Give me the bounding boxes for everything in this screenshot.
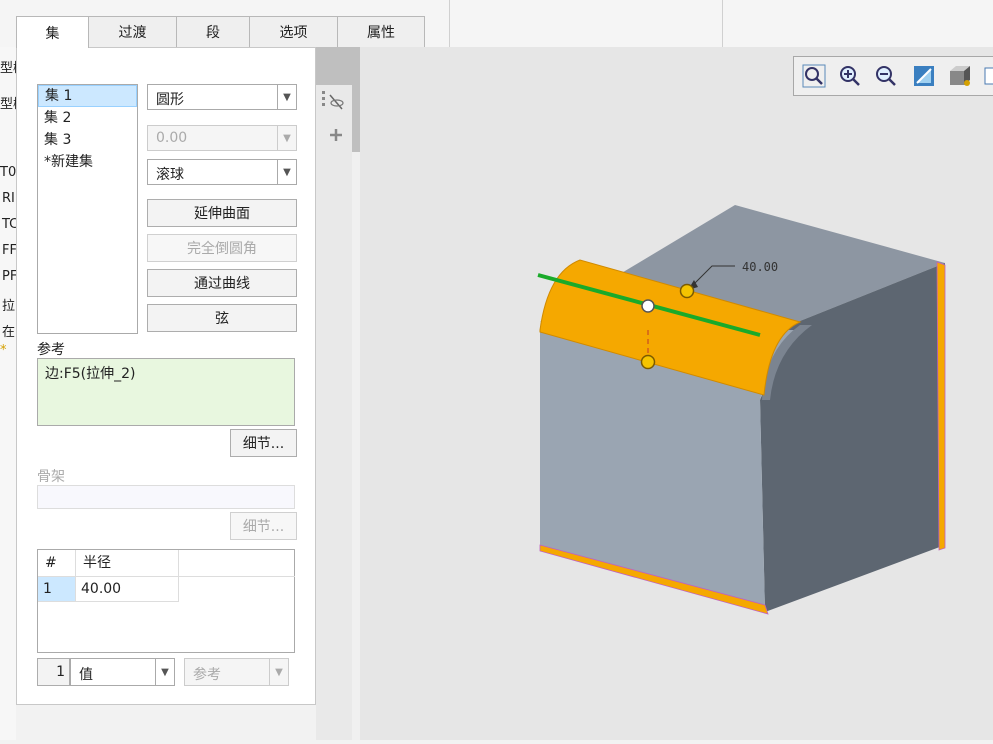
dropdown-value: 值 <box>79 667 93 683</box>
list-item[interactable]: 集 3 <box>38 129 137 151</box>
side-bar-edge <box>352 152 360 740</box>
model-canvas[interactable]: 40.00 <box>360 47 993 740</box>
cross-section-dropdown[interactable]: 圆形 ▼ <box>147 84 297 110</box>
chord-button[interactable]: 弦 <box>147 304 297 332</box>
dropdown-value: 0.00 <box>156 130 188 146</box>
dropdown-value: 圆形 <box>156 92 184 108</box>
point-index: 1 <box>37 658 70 686</box>
list-item[interactable]: 集 1 <box>38 85 137 107</box>
tab-options[interactable]: 选项 <box>249 16 338 47</box>
model-tree-fragment: 型树 型树 T0 RI TC FF PF 拉 在 * <box>0 47 16 740</box>
skeleton-collector <box>37 485 295 509</box>
center-handle[interactable] <box>641 299 655 313</box>
extend-surface-button[interactable]: 延伸曲面 <box>147 199 297 227</box>
method-dropdown[interactable]: 滚球 ▼ <box>147 159 297 185</box>
skeleton-details-button: 细节... <box>230 512 297 540</box>
chevron-down-icon: ▼ <box>155 659 174 685</box>
separator <box>449 0 450 47</box>
tree-item[interactable]: T0 <box>0 165 16 180</box>
view-toolbar <box>793 56 993 96</box>
shading-icon[interactable] <box>947 63 973 89</box>
full-round-button: 完全倒圆角 <box>147 234 297 262</box>
list-item[interactable]: *新建集 <box>38 151 137 173</box>
dropdown-value: 滚球 <box>156 167 184 183</box>
tab-sets[interactable]: 集 <box>16 16 89 48</box>
tree-item[interactable]: * <box>0 343 7 358</box>
references-collector[interactable]: 边:F5(拉伸_2) <box>37 358 295 426</box>
through-curve-button[interactable]: 通过曲线 <box>147 269 297 297</box>
tab-transitions[interactable]: 过渡 <box>88 16 177 47</box>
graphics-viewport[interactable]: 40.00 <box>360 47 993 740</box>
table-header-radius: 半径 <box>76 550 179 577</box>
tab-pieces[interactable]: 段 <box>176 16 250 47</box>
radius-handle[interactable] <box>640 354 656 370</box>
tree-item[interactable]: 型树 <box>0 93 16 112</box>
zoom-out-icon[interactable] <box>873 63 899 89</box>
value-dropdown: 0.00 ▼ <box>147 125 297 151</box>
list-item[interactable]: 集 2 <box>38 107 137 129</box>
repaint-icon[interactable] <box>911 63 937 89</box>
chevron-down-icon: ▼ <box>269 659 288 685</box>
tree-item[interactable]: TC <box>2 217 16 232</box>
details-button[interactable]: 细节... <box>230 429 297 457</box>
radius-dimension[interactable]: 40.00 <box>742 260 778 274</box>
separator <box>722 0 723 47</box>
table-cell-num[interactable]: 1 <box>38 577 76 602</box>
radius-handle[interactable] <box>679 283 695 299</box>
saved-view-icon[interactable] <box>983 63 993 89</box>
radius-type-dropdown[interactable]: 值 ▼ <box>70 658 175 686</box>
tree-item[interactable]: 拉 <box>2 295 15 314</box>
zoom-fit-icon[interactable] <box>801 63 827 89</box>
chevron-down-icon: ▼ <box>277 85 296 109</box>
round-sets-panel: 集 1 集 2 集 3 *新建集 圆形 ▼ 0.00 ▼ 滚球 ▼ 延伸曲面 完… <box>16 47 316 705</box>
zoom-in-icon[interactable] <box>837 63 863 89</box>
tree-item[interactable]: 在 <box>2 321 15 340</box>
tree-item[interactable]: PF <box>2 269 16 284</box>
tree-item[interactable]: FF <box>2 243 16 258</box>
table-header-num: # <box>38 550 76 577</box>
sets-list[interactable]: 集 1 集 2 集 3 *新建集 <box>37 84 138 334</box>
dropdown-value: 参考 <box>193 667 221 683</box>
chevron-down-icon: ▼ <box>277 160 296 184</box>
reference-value: 边:F5(拉伸_2) <box>45 366 136 382</box>
skeleton-label: 骨架 <box>37 469 65 485</box>
radius-table[interactable]: # 半径 1 40.00 <box>37 549 295 653</box>
hide-icon[interactable] <box>320 89 352 159</box>
side-bar-inner <box>316 85 352 740</box>
table-cell-radius[interactable]: 40.00 <box>76 577 179 602</box>
tree-item[interactable]: RI <box>2 191 15 206</box>
references-label: 参考 <box>37 342 65 358</box>
chevron-down-icon: ▼ <box>277 126 296 150</box>
tree-item[interactable]: 型树 <box>0 57 16 76</box>
tab-properties[interactable]: 属性 <box>337 16 425 47</box>
radius-reference-dropdown: 参考 ▼ <box>184 658 289 686</box>
side-bar <box>316 47 360 740</box>
table-header-empty <box>179 550 295 577</box>
